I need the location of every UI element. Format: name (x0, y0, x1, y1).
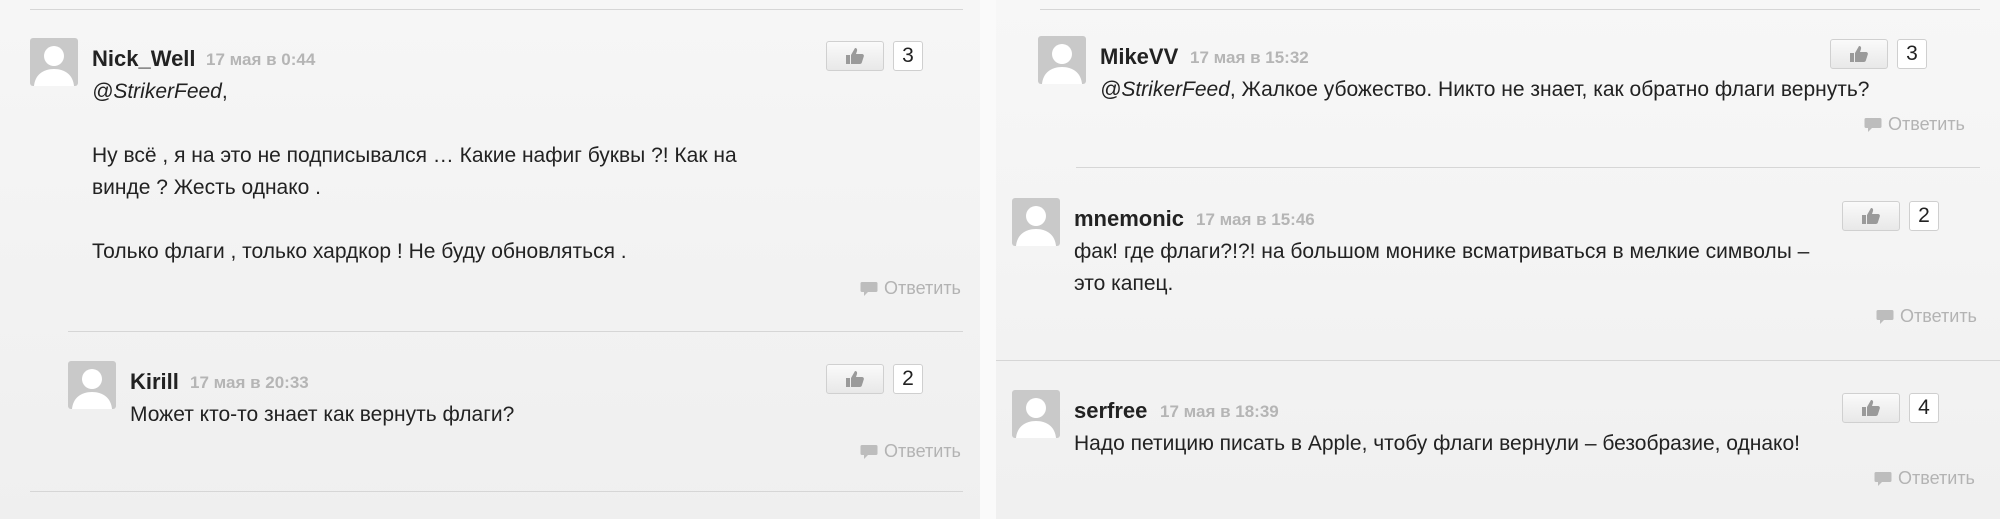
user-avatar[interactable] (1012, 390, 1060, 438)
comment-timestamp[interactable]: 17 мая в 18:39 (1160, 402, 1279, 422)
comment-divider (30, 9, 963, 10)
comment-text: @StrikerFeed, Жалкое убожество. Никто не… (1100, 78, 1870, 101)
reply-button[interactable]: Ответить (1864, 114, 1965, 135)
comment-timestamp[interactable]: 17 мая в 15:46 (1196, 210, 1315, 230)
like-count: 3 (1897, 39, 1927, 69)
like-count: 4 (1909, 393, 1939, 423)
comment-paragraph: Ну всё , я на это не подписывался … Каки… (92, 144, 737, 199)
comment-text: Может кто-то знает как вернуть флаги? (130, 403, 515, 426)
thumbs-up-icon (845, 47, 865, 65)
user-avatar[interactable] (1038, 36, 1086, 84)
comment-kirill: Kirill 17 мая в 20:33 2 Может кто-то зна… (68, 361, 965, 471)
comment-author[interactable]: mnemonic (1074, 206, 1184, 232)
reply-button[interactable]: Ответить (1876, 306, 1977, 327)
user-avatar[interactable] (30, 38, 78, 86)
default-user-avatar-icon (30, 38, 78, 86)
like-button[interactable] (1842, 393, 1900, 423)
comment-timestamp[interactable]: 17 мая в 0:44 (206, 50, 315, 70)
speech-bubble-icon (1864, 117, 1882, 133)
thumbs-up-icon (1861, 207, 1881, 225)
thumbs-up-icon (845, 370, 865, 388)
comment-divider (30, 491, 963, 492)
speech-bubble-icon (1876, 309, 1894, 325)
like-count: 3 (893, 41, 923, 71)
default-user-avatar-icon (68, 361, 116, 409)
left-comments-panel: Nick_Well 17 мая в 0:44 3 @StrikerFeed, … (0, 0, 980, 519)
like-button[interactable] (826, 41, 884, 71)
user-avatar[interactable] (68, 361, 116, 409)
comment-author[interactable]: Kirill (130, 369, 179, 395)
thumbs-up-icon (1849, 45, 1869, 63)
speech-bubble-icon (1874, 471, 1892, 487)
comment-text: @StrikerFeed, Ну всё , я на это не подпи… (92, 76, 782, 268)
comment-mnemonic: mnemonic 17 мая в 15:46 2 фак! где флаги… (1012, 198, 1982, 338)
comment-divider (68, 331, 963, 332)
like-count: 2 (1909, 201, 1939, 231)
comment-divider (1040, 9, 1980, 10)
comment-paragraph: Только флаги , только хардкор ! Не буду … (92, 240, 627, 263)
comment-author[interactable]: MikeVV (1100, 44, 1178, 70)
comment-timestamp[interactable]: 17 мая в 15:32 (1190, 48, 1309, 68)
panel-separator (980, 0, 996, 519)
comment-timestamp[interactable]: 17 мая в 20:33 (190, 373, 309, 393)
thumbs-up-icon (1861, 399, 1881, 417)
like-count: 2 (893, 364, 923, 394)
reply-button[interactable]: Ответить (860, 441, 961, 462)
user-mention-link[interactable]: @StrikerFeed (92, 80, 222, 103)
comment-author[interactable]: serfree (1074, 398, 1147, 424)
right-comments-panel: MikeVV 17 мая в 15:32 3 @StrikerFeed, Жа… (996, 0, 2000, 519)
default-user-avatar-icon (1012, 390, 1060, 438)
like-button[interactable] (1842, 201, 1900, 231)
comment-text: фак! где флаги?!?! на большом монике всм… (1074, 240, 1810, 295)
reply-button[interactable]: Ответить (1874, 468, 1975, 489)
comment-divider (1076, 167, 1980, 168)
user-mention-link[interactable]: @StrikerFeed (1100, 78, 1230, 101)
speech-bubble-icon (860, 444, 878, 460)
speech-bubble-icon (860, 281, 878, 297)
comment-mikevv: MikeVV 17 мая в 15:32 3 @StrikerFeed, Жа… (1038, 36, 1982, 146)
comment-text: Надо петицию писать в Apple, чтобу флаги… (1074, 432, 1800, 455)
comment-author[interactable]: Nick_Well (92, 46, 196, 72)
reply-button[interactable]: Ответить (860, 278, 961, 299)
comment-serfree: serfree 17 мая в 18:39 4 Надо петицию пи… (1012, 390, 1982, 500)
default-user-avatar-icon (1038, 36, 1086, 84)
user-avatar[interactable] (1012, 198, 1060, 246)
default-user-avatar-icon (1012, 198, 1060, 246)
comment-divider (996, 360, 2000, 361)
like-button[interactable] (826, 364, 884, 394)
comment-nick-well: Nick_Well 17 мая в 0:44 3 @StrikerFeed, … (30, 38, 965, 308)
like-button[interactable] (1830, 39, 1888, 69)
